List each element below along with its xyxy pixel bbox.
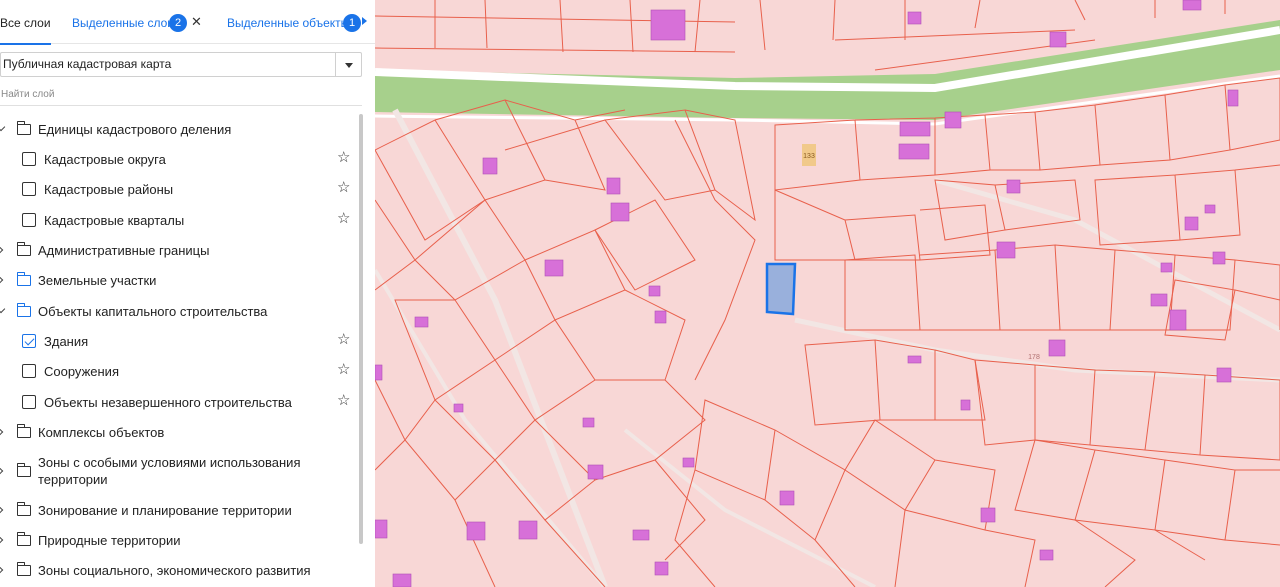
layer-checkbox[interactable] bbox=[22, 182, 36, 196]
close-icon[interactable]: ✕ bbox=[191, 12, 202, 32]
layer-search-input[interactable] bbox=[0, 84, 362, 106]
scrollbar-thumb[interactable] bbox=[359, 114, 363, 544]
star-icon[interactable]: ☆ bbox=[337, 332, 350, 348]
chevron-right-icon[interactable] bbox=[0, 245, 4, 255]
layer-checkbox[interactable] bbox=[22, 364, 36, 378]
layer-label: Кадастровые кварталы bbox=[44, 213, 185, 228]
layer-item-cadastral-areas[interactable]: Кадастровые районы ☆ bbox=[0, 175, 356, 203]
chevron-down-icon[interactable] bbox=[335, 53, 361, 76]
layer-tree-scrollbar[interactable] bbox=[358, 114, 364, 587]
folder-icon bbox=[16, 242, 31, 256]
tabs-scroll-right-icon[interactable] bbox=[362, 17, 367, 25]
basemap-select[interactable]: Публичная кадастровая карта bbox=[0, 52, 362, 77]
tab-selected-layers[interactable]: Выделенные слои bbox=[72, 0, 174, 44]
star-icon[interactable]: ☆ bbox=[337, 393, 350, 409]
green-belt bbox=[375, 20, 1280, 120]
chevron-right-icon[interactable] bbox=[0, 535, 4, 545]
folder-icon bbox=[16, 532, 31, 546]
plot-label-133: 133 bbox=[803, 153, 815, 160]
folder-icon bbox=[16, 303, 31, 317]
layer-label: Зоны социального, экономического развити… bbox=[38, 563, 311, 578]
layer-tree: Единицы кадастрового деления Кадастровые… bbox=[0, 114, 358, 587]
layer-label: Кадастровые округа bbox=[44, 152, 166, 167]
selected-layers-count-badge: 2 bbox=[169, 14, 187, 32]
layer-group-natural-areas[interactable]: Природные территории bbox=[0, 526, 356, 554]
layer-item-cadastral-blocks[interactable]: Кадастровые кварталы ☆ bbox=[0, 206, 356, 234]
layer-label: Комплексы объектов bbox=[38, 425, 165, 440]
plot-label-178: 178 bbox=[1028, 354, 1040, 361]
layer-label: Земельные участки bbox=[38, 273, 157, 288]
cadastral-map[interactable]: 133 178 bbox=[375, 0, 1280, 587]
layer-label: Зонирование и планирование территории bbox=[38, 503, 292, 518]
layer-group-object-complexes[interactable]: Комплексы объектов bbox=[0, 418, 356, 446]
layer-label: Объекты незавершенного строительства bbox=[44, 395, 292, 410]
road bbox=[375, 268, 607, 587]
layer-checkbox[interactable] bbox=[22, 395, 36, 409]
layer-item-structures[interactable]: Сооружения ☆ bbox=[0, 357, 356, 385]
layer-label: Природные территории bbox=[38, 533, 181, 548]
layer-checkbox[interactable] bbox=[22, 213, 36, 227]
layer-group-zoning-planning[interactable]: Зонирование и планирование территории bbox=[0, 496, 356, 524]
star-icon[interactable]: ☆ bbox=[337, 150, 350, 166]
tab-all-layers[interactable]: Все слои bbox=[0, 0, 51, 45]
layer-group-cadastral-division[interactable]: Единицы кадастрового деления bbox=[0, 115, 356, 143]
layer-label: Здания bbox=[44, 334, 89, 349]
layer-item-cadastral-districts[interactable]: Кадастровые округа ☆ bbox=[0, 145, 356, 173]
folder-icon bbox=[16, 502, 31, 516]
map-canvas[interactable]: 133 178 bbox=[375, 0, 1280, 587]
layer-group-admin-boundaries[interactable]: Административные границы bbox=[0, 236, 356, 264]
layer-label: Сооружения bbox=[44, 364, 119, 379]
chevron-right-icon[interactable] bbox=[0, 275, 4, 285]
folder-icon bbox=[16, 272, 31, 286]
layer-group-socioeconomic-zones[interactable]: Зоны социального, экономического развити… bbox=[0, 556, 356, 584]
layer-group-special-zones[interactable]: Зоны с особыми условиями использования т… bbox=[0, 454, 356, 490]
layer-label: Зоны с особыми условиями использования т… bbox=[38, 455, 301, 487]
basemap-select-value: Публичная кадастровая карта bbox=[3, 57, 172, 71]
layer-label: Кадастровые районы bbox=[44, 182, 174, 197]
star-icon[interactable]: ☆ bbox=[337, 180, 350, 196]
panel-tabs: Все слои Выделенные слои 2 ✕ Выделенные … bbox=[0, 0, 375, 45]
folder-icon bbox=[16, 463, 31, 477]
layer-group-capital-construction[interactable]: Объекты капитального строительства bbox=[0, 297, 356, 325]
chevron-right-icon[interactable] bbox=[0, 505, 4, 515]
chevron-down-icon[interactable] bbox=[0, 304, 6, 314]
layer-label: Административные границы bbox=[38, 243, 210, 258]
layer-checkbox[interactable] bbox=[22, 152, 36, 166]
star-icon[interactable]: ☆ bbox=[337, 362, 350, 378]
tab-selected-objects[interactable]: Выделенные объекты bbox=[227, 0, 349, 44]
selected-parcel[interactable] bbox=[765, 262, 797, 316]
layer-item-buildings[interactable]: Здания ☆ bbox=[0, 327, 356, 355]
road bbox=[794, 317, 1280, 383]
chevron-right-icon[interactable] bbox=[0, 427, 4, 437]
layer-item-unfinished-construction[interactable]: Объекты незавершенного строительства ☆ bbox=[0, 388, 356, 416]
chevron-right-icon[interactable] bbox=[0, 466, 4, 476]
layers-panel: Все слои Выделенные слои 2 ✕ Выделенные … bbox=[0, 0, 375, 587]
chevron-down-icon[interactable] bbox=[0, 122, 6, 132]
star-icon[interactable]: ☆ bbox=[337, 211, 350, 227]
folder-icon bbox=[16, 121, 31, 135]
chevron-right-icon[interactable] bbox=[0, 565, 4, 575]
layer-group-land-plots[interactable]: Земельные участки bbox=[0, 266, 356, 294]
layer-label: Объекты капитального строительства bbox=[38, 304, 268, 319]
selected-objects-count-badge: 1 bbox=[343, 14, 361, 32]
layer-label: Единицы кадастрового деления bbox=[38, 122, 232, 137]
folder-icon bbox=[16, 562, 31, 576]
folder-icon bbox=[16, 424, 31, 438]
layer-checkbox-checked[interactable] bbox=[22, 334, 36, 348]
